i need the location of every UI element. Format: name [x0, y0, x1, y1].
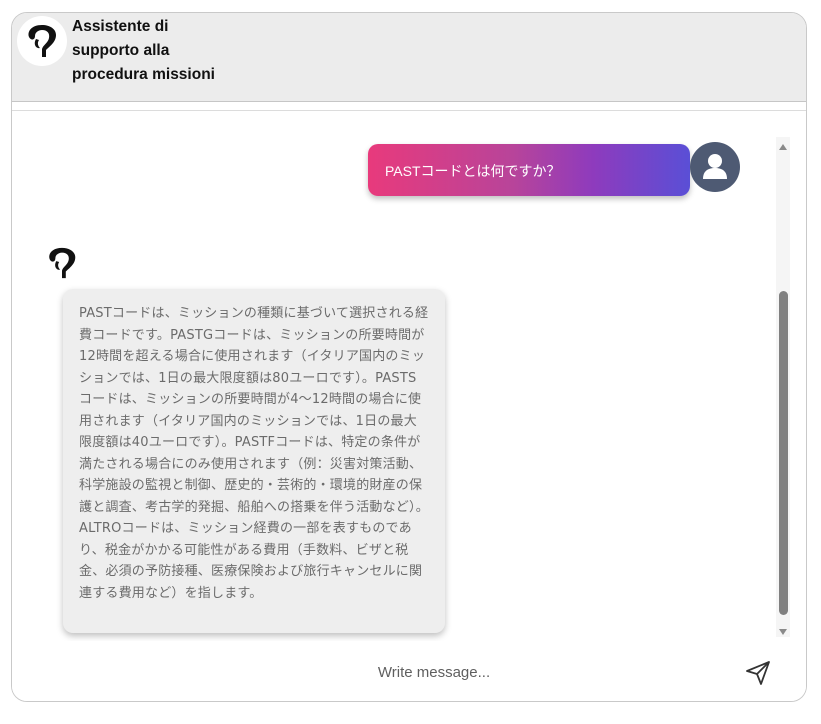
- scrollbar-thumb[interactable]: [779, 291, 788, 615]
- assistant-message-text: PASTコードは、ミッションの種類に基づいて選択される経費コードです。PASTG…: [79, 306, 429, 601]
- assistant-message-bubble: PASTコードは、ミッションの種類に基づいて選択される経費コードです。PASTG…: [63, 289, 445, 633]
- chat-header: Assistente di supporto alla procedura mi…: [12, 13, 806, 102]
- composer-bar: [12, 641, 806, 701]
- scroll-up-arrow-icon[interactable]: [779, 144, 787, 150]
- scroll-down-arrow-icon[interactable]: [779, 629, 787, 635]
- user-message-bubble: PASTコードとは何ですか？: [368, 144, 690, 196]
- bot-logo-icon: [44, 243, 80, 283]
- user-message-text: PASTコードとは何ですか？: [385, 163, 561, 179]
- user-avatar-icon: [690, 142, 740, 192]
- stylized-figure-logo-icon: [17, 16, 67, 66]
- chat-widget: Assistente di supporto alla procedura mi…: [11, 12, 807, 702]
- message-list[interactable]: PASTコードとは何ですか？ PASTコードは、ミッションの種類に基づいて選択さ…: [12, 110, 806, 642]
- send-button[interactable]: [744, 659, 774, 689]
- message-input[interactable]: [192, 653, 676, 691]
- send-icon: [746, 661, 770, 685]
- header-title: Assistente di supporto alla procedura mi…: [72, 18, 215, 83]
